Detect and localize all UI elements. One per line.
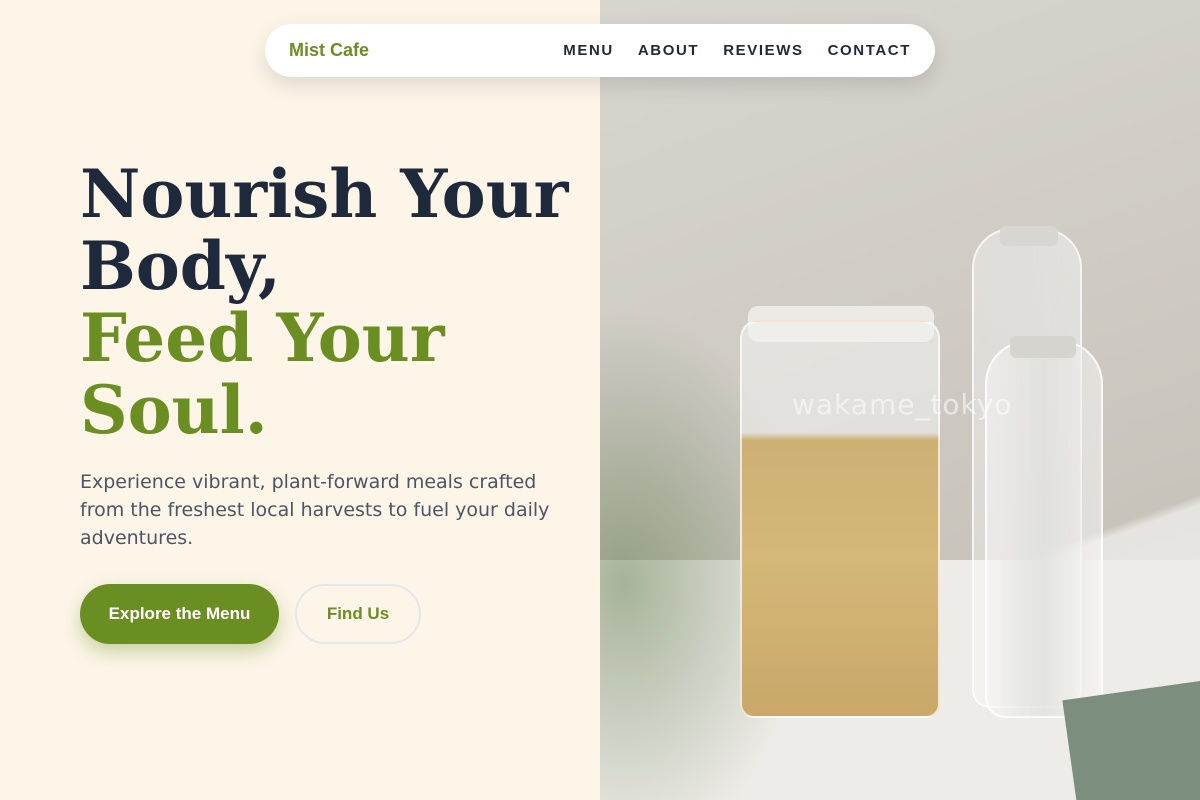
hero-title-line1: Nourish Your [80, 155, 569, 233]
top-navigation: Mist Cafe MENU ABOUT REVIEWS CONTACT [265, 24, 935, 77]
nav-links: MENU ABOUT REVIEWS CONTACT [563, 42, 911, 59]
nav-link-reviews[interactable]: REVIEWS [723, 42, 803, 59]
find-us-button[interactable]: Find Us [295, 584, 421, 644]
hero-title-accent-line1: Feed Your [80, 299, 445, 377]
explore-menu-button[interactable]: Explore the Menu [80, 584, 279, 644]
hero-title-line2: Body, [80, 227, 281, 305]
photo-bottle-cap-front [1010, 336, 1076, 358]
nav-link-about[interactable]: ABOUT [638, 42, 699, 59]
hero-photo: wakame_tokyo [600, 0, 1200, 800]
photo-bottle-cap-back [1000, 226, 1058, 246]
hero-panel: Nourish Your Body, Feed Your Soul. Exper… [0, 0, 600, 800]
brand-logo[interactable]: Mist Cafe [289, 40, 369, 61]
hero-title-accent-line2: Soul. [80, 371, 268, 449]
photo-watermark: wakame_tokyo [792, 388, 1013, 421]
nav-link-contact[interactable]: CONTACT [828, 42, 911, 59]
photo-jar [740, 320, 940, 718]
hero-subtitle: Experience vibrant, plant-forward meals … [80, 471, 550, 549]
photo-card [1062, 680, 1200, 800]
hero-title: Nourish Your Body, Feed Your Soul. [80, 158, 580, 446]
nav-link-menu[interactable]: MENU [563, 42, 614, 59]
